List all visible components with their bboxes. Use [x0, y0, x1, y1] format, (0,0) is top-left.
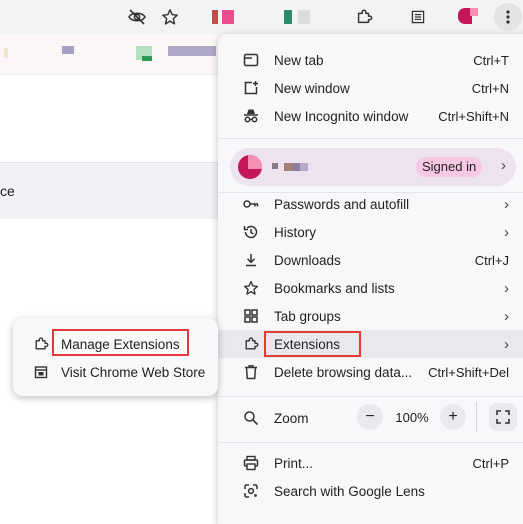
- star-icon: [242, 279, 260, 297]
- bookmark-blur: [142, 56, 152, 61]
- extension-icon-2[interactable]: [284, 10, 314, 26]
- page-list-row[interactable]: ce: [0, 162, 218, 219]
- profile-name-blurred: [272, 163, 320, 173]
- profile-row[interactable]: Signed in ›: [230, 148, 516, 186]
- bookmark-blur: [168, 46, 216, 56]
- submenu-item-chrome-web-store[interactable]: Visit Chrome Web Store: [13, 358, 218, 386]
- extension-icon-1[interactable]: [212, 10, 234, 26]
- web-store-icon: [33, 364, 49, 380]
- zoom-level: 100%: [395, 410, 429, 425]
- menu-item-search-google-lens[interactable]: Search with Google Lens: [218, 477, 523, 505]
- menu-item-delete-browsing-data[interactable]: Delete browsing data... Ctrl+Shift+Del: [218, 358, 523, 386]
- signed-in-badge: Signed in: [416, 157, 483, 177]
- bookmark-blur: [62, 46, 74, 54]
- highlight-box-manage-extensions: [52, 329, 189, 356]
- menu-item-downloads[interactable]: Downloads Ctrl+J: [218, 246, 523, 274]
- menu-item-tab-groups[interactable]: Tab groups ›: [218, 302, 523, 330]
- extensions-submenu: Manage Extensions Visit Chrome Web Store: [13, 318, 218, 396]
- star-icon[interactable]: [159, 6, 181, 28]
- menu-separator: [218, 396, 523, 397]
- extensions-puzzle-icon[interactable]: [353, 6, 375, 28]
- more-vert-icon: [506, 10, 510, 24]
- profile-avatar[interactable]: [458, 8, 480, 26]
- chrome-main-menu: New tab Ctrl+T New window Ctrl+N New Inc…: [218, 34, 523, 524]
- menu-item-history[interactable]: History ›: [218, 218, 523, 246]
- chevron-right-icon: ›: [501, 157, 506, 174]
- menu-item-print[interactable]: Print... Ctrl+P: [218, 449, 523, 477]
- chevron-right-icon: ›: [504, 223, 509, 241]
- more-vert-button[interactable]: [494, 3, 522, 31]
- key-icon: [242, 195, 260, 213]
- page-content: [0, 75, 218, 512]
- zoom-out-button[interactable]: −: [357, 404, 383, 430]
- print-icon: [242, 454, 260, 472]
- tab-groups-icon: [242, 307, 260, 325]
- zoom-in-button[interactable]: +: [440, 404, 466, 430]
- bookmark-blur: [4, 48, 8, 58]
- extensions-icon: [242, 335, 260, 353]
- menu-item-new-incognito-window[interactable]: New Incognito window Ctrl+Shift+N: [218, 102, 523, 130]
- zoom-icon: [242, 409, 260, 427]
- menu-separator: [218, 138, 523, 139]
- trash-icon: [242, 363, 260, 381]
- eye-off-icon[interactable]: [126, 6, 148, 28]
- fullscreen-icon: [496, 410, 510, 424]
- lens-icon: [242, 482, 260, 500]
- chevron-right-icon: ›: [504, 335, 509, 353]
- menu-item-bookmarks-lists[interactable]: Bookmarks and lists ›: [218, 274, 523, 302]
- chevron-right-icon: ›: [504, 307, 509, 325]
- menu-item-new-window[interactable]: New window Ctrl+N: [218, 74, 523, 102]
- reading-list-icon[interactable]: [407, 6, 429, 28]
- download-icon: [242, 251, 260, 269]
- highlight-box-extensions: [264, 331, 361, 357]
- profile-avatar: [238, 155, 262, 179]
- history-icon: [242, 223, 260, 241]
- page-row-text: ce: [0, 183, 15, 199]
- new-tab-icon: [242, 51, 260, 69]
- new-window-icon: [242, 79, 260, 97]
- zoom-divider: [476, 402, 477, 432]
- browser-toolbar: [0, 0, 523, 34]
- fullscreen-button[interactable]: [489, 403, 517, 431]
- extensions-icon: [33, 336, 49, 352]
- incognito-icon: [242, 107, 260, 125]
- chevron-right-icon: ›: [504, 279, 509, 297]
- menu-item-passwords-autofill[interactable]: Passwords and autofill ›: [218, 190, 523, 218]
- menu-separator: [218, 442, 523, 443]
- menu-item-new-tab[interactable]: New tab Ctrl+T: [218, 46, 523, 74]
- chevron-right-icon: ›: [504, 195, 509, 213]
